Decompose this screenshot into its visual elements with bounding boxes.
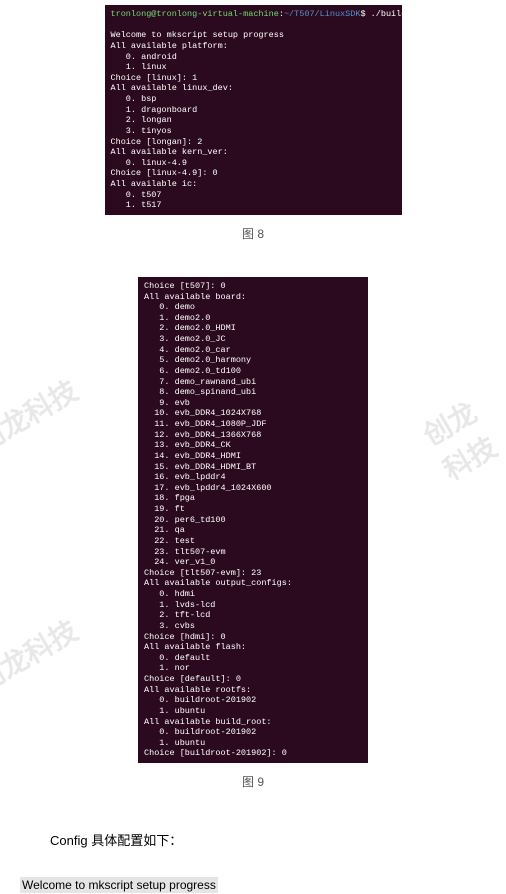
figure-caption-2: 图 9 [0, 773, 506, 790]
prompt-sep2: $ [360, 9, 370, 19]
figure-caption-1: 图 8 [0, 225, 506, 242]
highlighted-line: Welcome to mkscript setup progress [20, 877, 218, 893]
terminal-screenshot-2: Choice [t507]: 0 All available board: 0.… [138, 277, 368, 763]
watermark: 创龙科技 [0, 610, 85, 701]
command-text: ./build.sh config [371, 9, 458, 19]
prompt-user: tronlong@tronlong-virtual-machine [111, 9, 279, 19]
prompt-path: ~/T507/LinuxSDK [284, 9, 361, 19]
terminal-output: Welcome to mkscript setup progress All a… [111, 30, 284, 210]
watermark: 创龙科技 [0, 370, 85, 461]
watermark: 创龙科技 [415, 381, 506, 488]
terminal-screenshot-1: tronlong@tronlong-virtual-machine:~/T507… [105, 5, 402, 215]
section-heading: Config 具体配置如下： [50, 830, 506, 849]
terminal-output: Choice [t507]: 0 All available board: 0.… [144, 281, 292, 759]
